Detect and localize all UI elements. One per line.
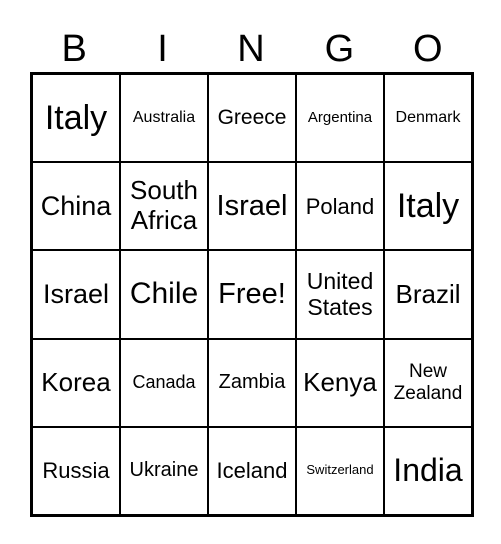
bingo-cell[interactable]: South Africa [120, 162, 208, 251]
header-letter-i: I [157, 28, 168, 70]
bingo-cell[interactable]: Poland [296, 162, 384, 251]
bingo-cell[interactable]: India [384, 426, 472, 515]
bingo-cell[interactable]: Switzerland [296, 426, 384, 515]
bingo-cell[interactable]: Korea [32, 338, 120, 427]
bingo-cell[interactable]: Russia [32, 426, 120, 515]
bingo-cell[interactable]: Israel [32, 250, 120, 339]
header-letter-g: G [324, 28, 355, 70]
bingo-cell[interactable]: United States [296, 250, 384, 339]
free-space-cell[interactable]: Free! [208, 250, 296, 339]
bingo-cell[interactable]: Kenya [296, 338, 384, 427]
bingo-header: B I N G O [30, 26, 472, 72]
bingo-cell[interactable]: Chile [120, 250, 208, 339]
bingo-cell[interactable]: Canada [120, 338, 208, 427]
bingo-cell[interactable]: Italy [32, 74, 120, 163]
bingo-cell[interactable]: Zambia [208, 338, 296, 427]
bingo-cell[interactable]: China [32, 162, 120, 251]
bingo-cell[interactable]: Greece [208, 74, 296, 163]
bingo-cell[interactable]: Ukraine [120, 426, 208, 515]
bingo-cell[interactable]: Iceland [208, 426, 296, 515]
bingo-cell[interactable]: Argentina [296, 74, 384, 163]
bingo-cell[interactable]: Italy [384, 162, 472, 251]
header-letter-n: N [237, 28, 265, 70]
bingo-cell[interactable]: Australia [120, 74, 208, 163]
header-letter-o: O [412, 28, 443, 70]
bingo-cell[interactable]: Denmark [384, 74, 472, 163]
bingo-grid: Italy Australia Greece Argentina Denmark Chin… [30, 72, 474, 517]
bingo-cell[interactable]: Brazil [384, 250, 472, 339]
bingo-cell[interactable]: Israel [208, 162, 296, 251]
header-letter-b: B [61, 28, 87, 70]
bingo-cell[interactable]: New Zealand [384, 338, 472, 427]
